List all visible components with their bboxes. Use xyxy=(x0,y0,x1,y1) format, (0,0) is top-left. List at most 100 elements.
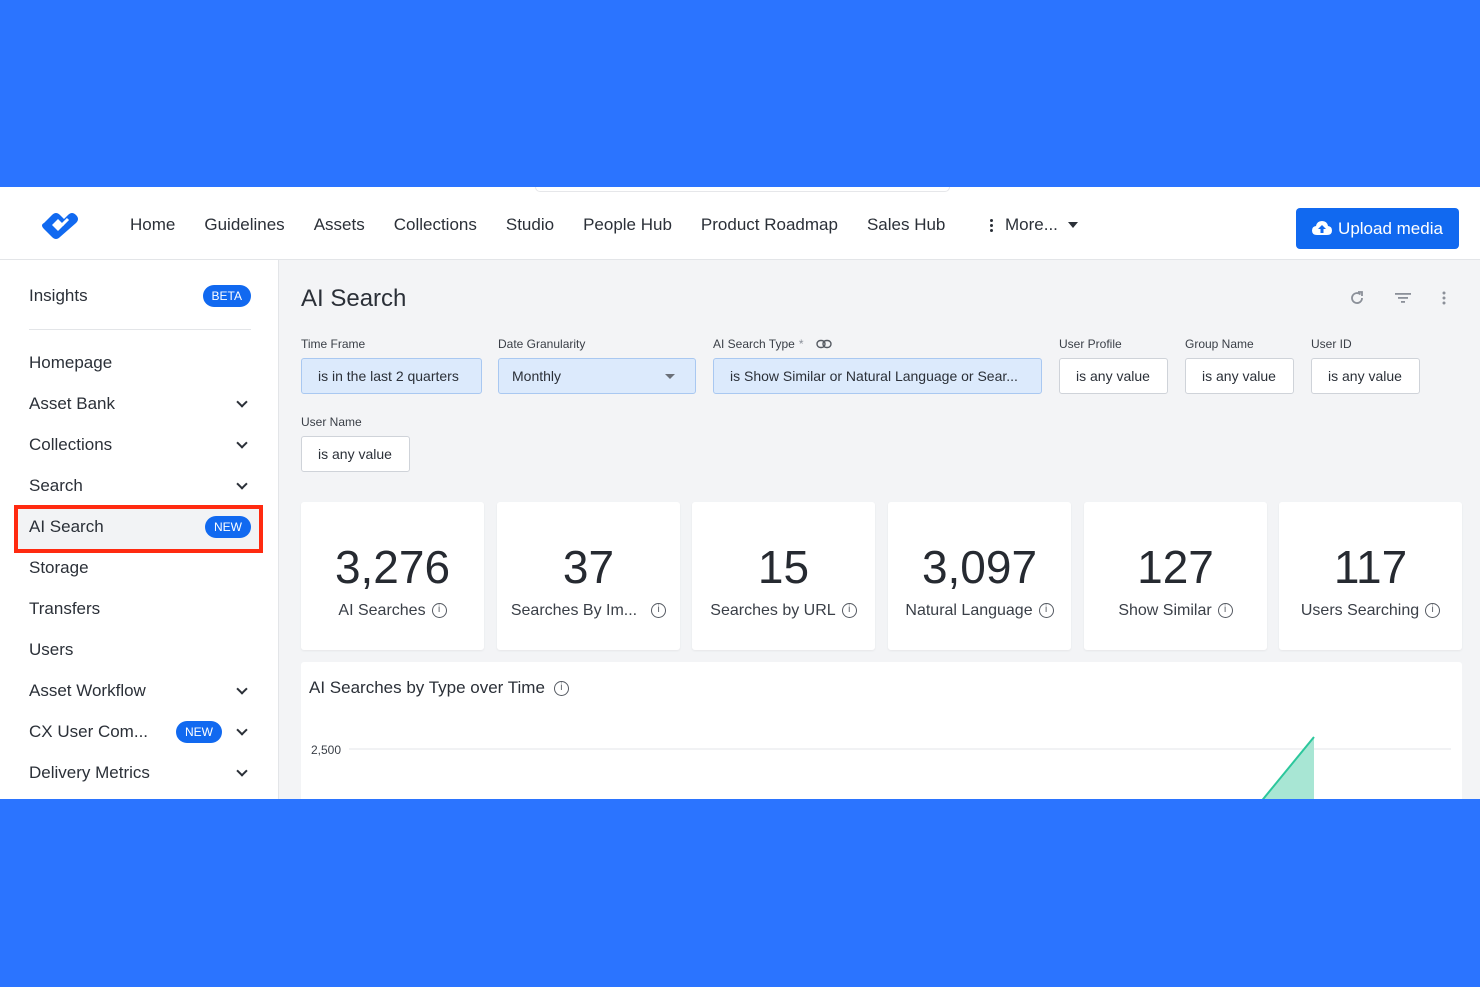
user-id-filter[interactable]: is any value xyxy=(1311,358,1420,394)
filter-icon[interactable] xyxy=(1393,288,1413,308)
nav-link-assets[interactable]: Assets xyxy=(314,215,365,235)
kpi-label: Searches By Im... xyxy=(510,602,638,619)
ai-search-type-label: AI Search Type xyxy=(713,337,795,351)
info-icon[interactable]: i xyxy=(651,603,667,619)
sidebar-item-transfers[interactable]: Transfers xyxy=(29,594,254,624)
time-frame-value: is in the last 2 quarters xyxy=(318,368,459,384)
chevron-down-icon[interactable] xyxy=(236,396,248,408)
info-icon[interactable]: i xyxy=(1038,603,1054,619)
sidebar-item-asset-bank[interactable]: Asset Bank xyxy=(29,389,254,419)
date-granularity-select[interactable]: Monthly xyxy=(498,358,696,394)
page-title: AI Search xyxy=(301,285,407,312)
sidebar-item-label: Search xyxy=(29,476,83,495)
sidebar-item-label: Transfers xyxy=(29,599,101,618)
app-window: Home Guidelines Assets Collections Studi… xyxy=(0,187,1480,799)
kpi-card-show-similar: 127 Show Similar i xyxy=(1084,502,1267,650)
sidebar-item-label: Users xyxy=(29,640,74,659)
chevron-down-icon[interactable] xyxy=(236,478,248,490)
user-profile-value: is any value xyxy=(1076,368,1150,384)
sidebar-item-storage[interactable]: Storage xyxy=(29,553,254,583)
kpi-card-users-searching: 117 Users Searching i xyxy=(1279,502,1462,650)
sidebar-item-insights[interactable]: Insights BETA xyxy=(29,281,254,311)
kpi-card-ai-searches: 3,276 AI Searches i xyxy=(301,502,484,650)
y-tick-label: 2,500 xyxy=(311,743,341,757)
kpi-card-natural-language: 3,097 Natural Language i xyxy=(888,502,1071,650)
sidebar-item-label: Delivery Metrics xyxy=(29,763,150,782)
sidebar-item-label: Homepage xyxy=(29,353,113,372)
kpi-caption: AI Searches i xyxy=(301,602,484,620)
sidebar-item-homepage[interactable]: Homepage xyxy=(29,348,254,378)
date-granularity-value: Monthly xyxy=(512,368,562,384)
sidebar-item-label: Storage xyxy=(29,558,89,577)
kpi-label: Searches by URL xyxy=(710,602,836,619)
sidebar-item-ai-search[interactable]: AI Search NEW xyxy=(29,512,254,542)
more-menu[interactable]: More... xyxy=(990,215,1078,235)
refresh-icon[interactable] xyxy=(1347,288,1367,308)
sidebar-item-users[interactable]: Users xyxy=(29,635,254,665)
nav-link-home[interactable]: Home xyxy=(130,215,175,235)
user-name-filter[interactable]: is any value xyxy=(301,436,410,472)
upload-media-button[interactable]: Upload media xyxy=(1296,208,1459,249)
user-name-label: User Name xyxy=(301,415,362,429)
nav-link-guidelines[interactable]: Guidelines xyxy=(204,215,284,235)
sidebar-item-search[interactable]: Search xyxy=(29,471,254,501)
time-frame-filter[interactable]: is in the last 2 quarters xyxy=(301,358,482,394)
sidebar: Insights BETA Homepage Asset Bank Collec… xyxy=(0,260,279,799)
upload-media-label: Upload media xyxy=(1338,218,1443,238)
top-navigation: Home Guidelines Assets Collections Studi… xyxy=(0,187,1480,260)
caret-down-icon xyxy=(1067,222,1078,228)
url-bar-edge xyxy=(535,187,950,192)
nav-link-sales-hub[interactable]: Sales Hub xyxy=(867,215,945,235)
overflow-menu-icon[interactable] xyxy=(1434,288,1454,308)
kpi-label: Natural Language xyxy=(905,602,1033,619)
info-icon[interactable]: i xyxy=(431,603,447,619)
ai-search-type-filter[interactable]: is Show Similar or Natural Language or S… xyxy=(713,358,1042,394)
group-name-filter[interactable]: is any value xyxy=(1185,358,1294,394)
date-granularity-label: Date Granularity xyxy=(498,337,586,351)
ai-search-type-label-row: AI Search Type * xyxy=(713,337,832,351)
kpi-caption: Searches By Im... i xyxy=(497,602,680,620)
group-name-value: is any value xyxy=(1202,368,1276,384)
kpi-card-searches-by-image: 37 Searches By Im... i xyxy=(497,502,680,650)
kpi-value: 127 xyxy=(1137,541,1214,593)
sidebar-item-label: Insights xyxy=(29,286,88,305)
kpi-value: 3,097 xyxy=(921,541,1038,593)
sidebar-item-label: Collections xyxy=(29,435,113,454)
info-icon[interactable]: i xyxy=(1425,603,1441,619)
link-icon[interactable] xyxy=(815,339,832,349)
nav-link-product-roadmap[interactable]: Product Roadmap xyxy=(701,215,838,235)
sidebar-item-label: CX User Com... xyxy=(29,722,149,741)
sidebar-item-asset-workflow[interactable]: Asset Workflow xyxy=(29,676,254,706)
kpi-value: 37 xyxy=(562,541,615,593)
nav-link-people-hub[interactable]: People Hub xyxy=(583,215,672,235)
user-profile-label: User Profile xyxy=(1059,337,1122,351)
kpi-label: Show Similar xyxy=(1118,602,1212,619)
main-content: AI Search Time Frame is in the last 2 qu… xyxy=(280,260,1480,799)
user-profile-filter[interactable]: is any value xyxy=(1059,358,1168,394)
nav-link-collections[interactable]: Collections xyxy=(394,215,477,235)
sidebar-divider xyxy=(29,329,251,330)
nav-link-studio[interactable]: Studio xyxy=(506,215,554,235)
user-name-value: is any value xyxy=(318,446,392,462)
chevron-down-icon[interactable] xyxy=(236,437,248,449)
kpi-caption: Searches by URL i xyxy=(692,602,875,620)
sidebar-item-cx-user-com[interactable]: CX User Com... NEW xyxy=(29,717,254,747)
cloud-upload-icon xyxy=(1312,220,1333,235)
required-marker: * xyxy=(798,337,804,351)
sidebar-item-collections[interactable]: Collections xyxy=(29,430,254,460)
chevron-down-icon[interactable] xyxy=(236,683,248,695)
group-name-label: Group Name xyxy=(1185,337,1254,351)
user-id-value: is any value xyxy=(1328,368,1402,384)
kpi-caption: Natural Language i xyxy=(888,602,1071,620)
sidebar-item-label: Asset Bank xyxy=(29,394,115,413)
brand-logo-icon[interactable] xyxy=(38,211,78,241)
info-icon[interactable]: i xyxy=(1217,603,1233,619)
new-badge: NEW xyxy=(176,721,222,743)
info-icon[interactable]: i xyxy=(841,603,857,619)
kpi-card-searches-by-url: 15 Searches by URL i xyxy=(692,502,875,650)
sidebar-item-delivery-metrics[interactable]: Delivery Metrics xyxy=(29,758,254,788)
chevron-down-icon[interactable] xyxy=(236,724,248,736)
more-label: More... xyxy=(1005,215,1058,234)
chevron-down-icon[interactable] xyxy=(236,765,248,777)
kpi-label: Users Searching xyxy=(1300,602,1420,619)
